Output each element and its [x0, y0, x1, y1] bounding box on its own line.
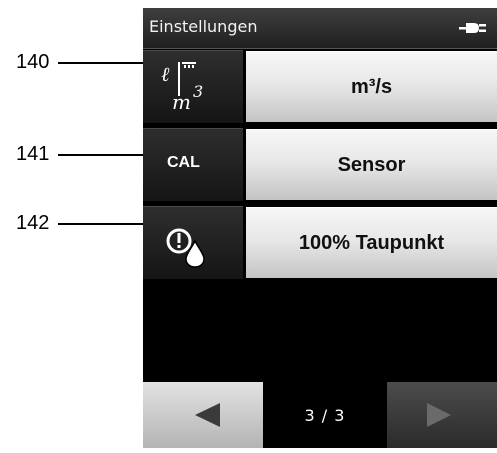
icon-cell: CAL [143, 128, 243, 201]
svg-text:ℓ: ℓ [161, 62, 170, 86]
prev-page-button[interactable] [143, 382, 263, 448]
page-indicator: 3 / 3 [304, 405, 346, 425]
arrow-right-icon [427, 403, 451, 427]
calibration-button[interactable]: Sensor [246, 129, 497, 200]
next-page-button[interactable] [387, 382, 497, 448]
bottom-nav-bar: 3 / 3 [143, 382, 497, 448]
flow-unit-button[interactable]: m³/s [246, 51, 497, 122]
svg-text:m: m [172, 90, 191, 114]
icon-cell [143, 206, 243, 279]
flow-unit-icon: ℓ m 3 [161, 62, 203, 114]
settings-row-flow-unit: ℓ m 3 m³/s [143, 50, 497, 123]
device-screen: Einstellungen ℓ m 3 m³/s CAL Sensor 100%… [143, 8, 497, 448]
settings-row-calibration: CAL Sensor [143, 128, 497, 201]
settings-row-dewpoint: 100% Taupunkt [143, 206, 497, 279]
title-bar: Einstellungen [143, 8, 497, 49]
cal-icon: CAL [167, 154, 200, 171]
plug-icon [459, 23, 486, 33]
icon-cell: ℓ m 3 [143, 50, 243, 123]
callout-label: 142 [16, 212, 50, 234]
callout-label: 141 [16, 143, 50, 165]
dewpoint-button[interactable]: 100% Taupunkt [246, 207, 497, 278]
screen-title: Einstellungen [149, 17, 258, 36]
svg-text:3: 3 [193, 82, 203, 101]
dewpoint-alarm-icon [166, 228, 205, 268]
callout-label: 140 [16, 51, 50, 73]
arrow-left-icon [195, 403, 220, 427]
